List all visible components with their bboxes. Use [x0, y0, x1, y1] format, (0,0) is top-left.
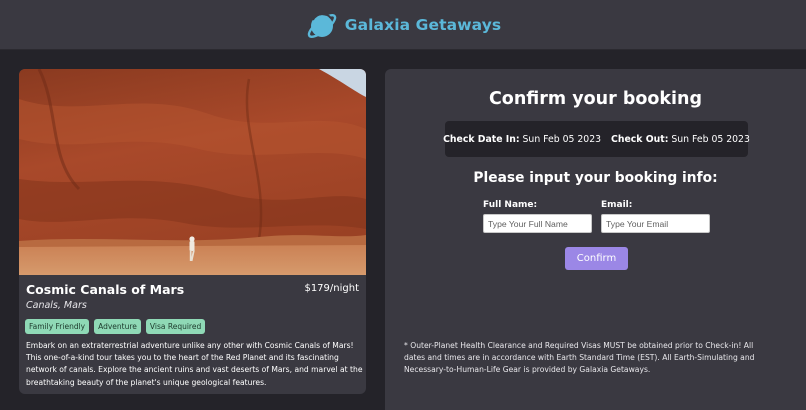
listing-title: Cosmic Canals of Mars [26, 282, 185, 297]
full-name-label: Full Name: [483, 200, 538, 210]
brand-logo-link[interactable]: Galaxia Getaways [305, 6, 501, 44]
tag-visa-required: Visa Required [145, 319, 206, 334]
listing-description: Embark on an extraterrestrial adventure … [26, 341, 363, 387]
booking-dates: Check Date In: Sun Feb 05 2023 Check Out… [443, 121, 750, 157]
listing-photo [19, 69, 366, 275]
check-in-group: Check Date In: Sun Feb 05 2023 [443, 134, 601, 145]
check-out-label: Check Out: [611, 133, 669, 145]
booking-title: Confirm your booking [488, 89, 703, 109]
check-in-label: Check Date In: [443, 133, 520, 145]
tag-adventure: Adventure [94, 319, 141, 334]
booking-disclaimer: * Outer-Planet Health Clearance and Requ… [404, 341, 755, 375]
tag-list: Family Friendly Adventure Visa Required [25, 319, 206, 334]
check-in-value: Sun Feb 05 2023 [522, 133, 602, 145]
listing-price: $179/night [304, 283, 359, 294]
check-out-group: Check Out: Sun Feb 05 2023 [611, 134, 750, 145]
booking-info-heading: Please input your booking info: [473, 170, 718, 186]
listing-card: Cosmic Canals of Mars $179/night Canals,… [19, 69, 366, 394]
brand-name: Galaxia Getaways [344, 15, 502, 34]
top-navbar: Galaxia Getaways [0, 0, 806, 50]
confirm-button[interactable]: Confirm [565, 247, 628, 270]
planet-icon [307, 12, 337, 38]
listing-location: Canals, Mars [26, 300, 87, 311]
tag-family-friendly: Family Friendly [25, 319, 90, 334]
check-out-value: Sun Feb 05 2023 [671, 133, 750, 145]
full-name-input[interactable] [483, 214, 592, 233]
booking-panel: Confirm your booking Check Date In: Sun … [385, 69, 806, 410]
email-label: Email: [601, 200, 633, 210]
email-input[interactable] [601, 214, 710, 233]
